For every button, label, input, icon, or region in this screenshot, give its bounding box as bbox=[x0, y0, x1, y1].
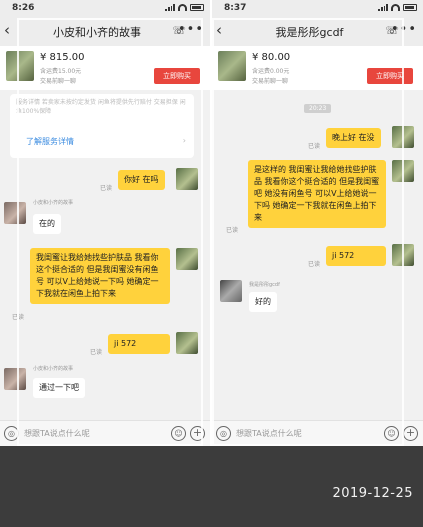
service-text: 服务详情 若卖家未按约定发货 闲鱼将提供先行赔付 交易担保 闲鱼100%保障 bbox=[16, 99, 186, 115]
chat-title: 小皮和小齐的故事 bbox=[53, 26, 141, 39]
avatar[interactable] bbox=[392, 244, 414, 266]
message-timestamp: 20:23 bbox=[304, 104, 332, 113]
chevron-right-icon: › bbox=[182, 136, 186, 145]
avatar[interactable] bbox=[176, 248, 198, 270]
chat-screen-right: 8:37 ‹ 我是彤彤gcdf ☏ ••• ¥ 80.00 含运费0.00元 交… bbox=[212, 0, 423, 446]
avatar[interactable] bbox=[220, 280, 242, 302]
avatar[interactable] bbox=[4, 202, 26, 224]
back-icon[interactable]: ‹ bbox=[4, 22, 18, 38]
status-bar: 8:37 bbox=[212, 0, 423, 16]
status-time: 8:26 bbox=[12, 3, 35, 13]
read-status: 已读 bbox=[226, 227, 239, 234]
product-thumbnail[interactable] bbox=[6, 51, 34, 81]
message-input[interactable]: 想跟TA说点什么呢 bbox=[24, 428, 90, 439]
read-status: 已读 bbox=[100, 185, 113, 192]
message-bubble-outgoing[interactable]: 你好 在吗 bbox=[118, 170, 165, 190]
product-card[interactable]: ¥ 815.00 含运费15.00元 交易前聊一聊 立即购买 bbox=[0, 46, 210, 90]
chat-input-bar: ◎ 想跟TA说点什么呢 ☺ + bbox=[212, 420, 423, 446]
message-bubble-outgoing[interactable]: ji 572 bbox=[108, 334, 170, 354]
status-time: 8:37 bbox=[224, 3, 247, 13]
wifi-icon bbox=[391, 4, 400, 11]
sender-name: 我是彤彤gcdf bbox=[249, 282, 280, 288]
read-status: 已读 bbox=[308, 261, 321, 268]
plus-icon[interactable]: + bbox=[403, 426, 418, 441]
sender-name: 小皮和小齐的故事 bbox=[33, 200, 74, 206]
wifi-icon bbox=[178, 4, 187, 11]
chat-header: ‹ 小皮和小齐的故事 ☏ ••• bbox=[0, 16, 210, 46]
battery-icon bbox=[403, 4, 417, 11]
voice-icon[interactable]: ◎ bbox=[216, 426, 231, 441]
deal-hint: 交易前聊一聊 bbox=[40, 78, 77, 85]
battery-icon bbox=[190, 4, 204, 11]
chat-screen-left: 8:26 ‹ 小皮和小齐的故事 ☏ ••• ¥ 815.00 含运费15.00元… bbox=[0, 0, 210, 446]
more-icon[interactable]: ••• bbox=[178, 22, 204, 37]
read-status: 已读 bbox=[90, 349, 103, 356]
shipping-fee: 含运费15.00元 bbox=[40, 68, 82, 75]
date-stamp: 2019-12-25 bbox=[332, 486, 413, 501]
voice-icon[interactable]: ◎ bbox=[4, 426, 19, 441]
emoji-icon[interactable]: ☺ bbox=[384, 426, 399, 441]
buy-now-button[interactable]: 立即购买 bbox=[154, 68, 200, 84]
chat-input-bar: ◎ 想跟TA说点什么呢 ☺ + bbox=[0, 420, 210, 446]
avatar[interactable] bbox=[176, 168, 198, 190]
emoji-icon[interactable]: ☺ bbox=[171, 426, 186, 441]
chat-header: ‹ 我是彤彤gcdf ☏ ••• bbox=[212, 16, 423, 46]
status-icons bbox=[165, 4, 204, 11]
read-status: 已读 bbox=[308, 143, 321, 150]
message-bubble-outgoing[interactable]: 晚上好 在没 bbox=[326, 128, 381, 148]
product-thumbnail[interactable] bbox=[218, 51, 246, 81]
back-icon[interactable]: ‹ bbox=[216, 22, 230, 38]
message-bubble-incoming[interactable]: 通过一下吧 bbox=[33, 378, 85, 398]
message-bubble-incoming[interactable]: 好的 bbox=[249, 292, 277, 312]
product-price: ¥ 80.00 bbox=[252, 52, 291, 63]
product-card[interactable]: ¥ 80.00 含运费0.00元 交易前聊一聊 立即购买 bbox=[212, 46, 423, 90]
avatar[interactable] bbox=[392, 160, 414, 182]
read-status: 已读 bbox=[12, 314, 25, 321]
status-icons bbox=[378, 4, 417, 11]
message-bubble-outgoing[interactable]: 我闺蜜让我给她找些护肤品 我看你这个挺合适的 但是我闺蜜没有闲鱼号 可以V上给她… bbox=[30, 248, 170, 304]
signal-icon bbox=[378, 4, 388, 11]
product-price: ¥ 815.00 bbox=[40, 52, 85, 63]
signal-icon bbox=[165, 4, 175, 11]
chat-title: 我是彤彤gcdf bbox=[275, 26, 344, 39]
message-bubble-incoming[interactable]: 在的 bbox=[33, 214, 61, 234]
bottom-bar: 2019-12-25 bbox=[0, 446, 423, 527]
shipping-fee: 含运费0.00元 bbox=[252, 68, 290, 75]
service-card: 服务详情 若卖家未按约定发货 闲鱼将提供先行赔付 交易担保 闲鱼100%保障 了… bbox=[10, 94, 194, 158]
buy-now-button[interactable]: 立即购买 bbox=[367, 68, 413, 84]
plus-icon[interactable]: + bbox=[190, 426, 205, 441]
message-input[interactable]: 想跟TA说点什么呢 bbox=[236, 428, 302, 439]
service-details-link[interactable]: 了解服务详情 bbox=[26, 136, 74, 147]
avatar[interactable] bbox=[4, 368, 26, 390]
deal-hint: 交易前聊一聊 bbox=[252, 78, 289, 85]
sender-name: 小皮和小齐的故事 bbox=[33, 366, 74, 372]
more-icon[interactable]: ••• bbox=[391, 22, 417, 37]
avatar[interactable] bbox=[176, 332, 198, 354]
status-bar: 8:26 bbox=[0, 0, 210, 16]
message-bubble-outgoing[interactable]: ji 572 bbox=[326, 246, 386, 266]
avatar[interactable] bbox=[392, 126, 414, 148]
message-bubble-outgoing[interactable]: 是这样的 我闺蜜让我给她找些护肤品 我看你这个挺合适的 但是我闺蜜吧 她没有闲鱼… bbox=[248, 160, 386, 228]
